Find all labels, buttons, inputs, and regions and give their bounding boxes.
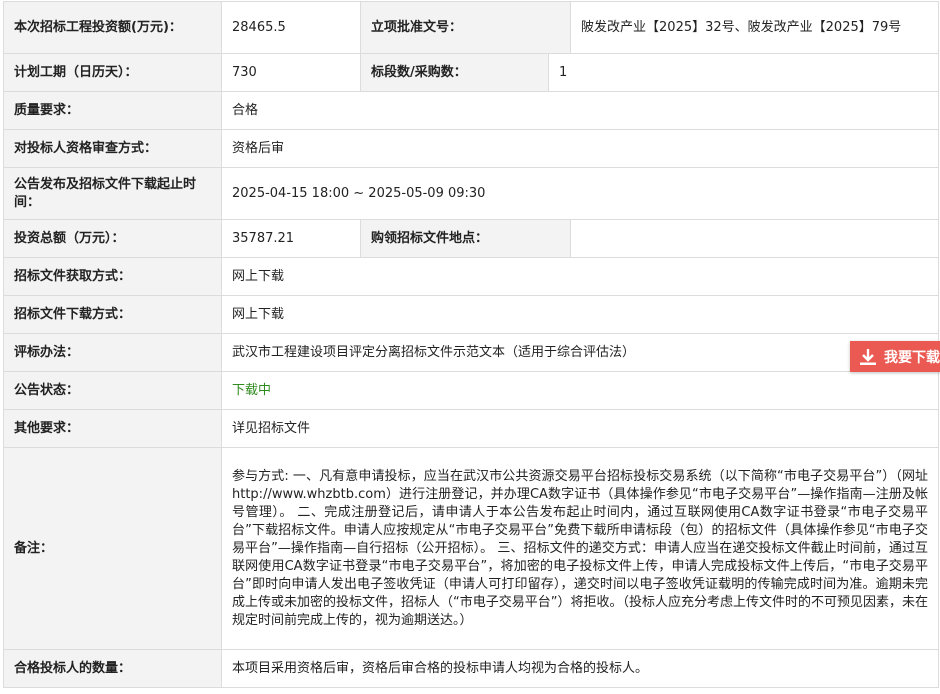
table-row: 质量要求： 合格 bbox=[3, 91, 940, 130]
table-row: 公告发布及招标文件下载起止时间： 2025-04-15 18:00 ~ 2025… bbox=[3, 167, 940, 220]
quality-label: 质量要求： bbox=[3, 91, 222, 130]
status-value: 下载中 bbox=[220, 371, 940, 410]
table-row: 合格投标人的数量： 本项目采用资格后审，资格后审合格的投标申请人均视为合格的投标… bbox=[3, 649, 940, 688]
qualified-count-value: 本项目采用资格后审，资格后审合格的投标申请人均视为合格的投标人。 bbox=[220, 649, 940, 688]
quality-value: 合格 bbox=[220, 91, 940, 130]
purchase-location-value bbox=[570, 219, 940, 258]
investment-value: 28465.5 bbox=[220, 1, 362, 54]
table-row: 本次招标工程投资额(万元)： 28465.5 立项批准文号： 陂发改产业【202… bbox=[3, 1, 940, 54]
approval-label: 立项批准文号： bbox=[360, 1, 572, 54]
table-row: 投资总额（万元）： 35787.21 购领招标文件地点： bbox=[3, 219, 940, 258]
other-value: 详见招标文件 bbox=[220, 409, 940, 448]
investment-label: 本次招标工程投资额(万元)： bbox=[3, 1, 222, 54]
qualification-review-label: 对投标人资格审查方式： bbox=[3, 129, 222, 168]
download-method-label: 招标文件下载方式： bbox=[3, 295, 222, 334]
qualified-count-label: 合格投标人的数量： bbox=[3, 649, 222, 688]
bid-announcement-page: 本次招标工程投资额(万元)： 28465.5 立项批准文号： 陂发改产业【202… bbox=[0, 0, 940, 694]
table-row: 招标文件获取方式： 网上下载 bbox=[3, 257, 940, 296]
table-row: 其他要求： 详见招标文件 bbox=[3, 409, 940, 448]
status-label: 公告状态： bbox=[3, 371, 222, 410]
table-row: 计划工期（日历天）： 730 标段数/采购数： 1 bbox=[3, 53, 940, 92]
purchase-location-label: 购领招标文件地点： bbox=[360, 219, 572, 258]
evaluation-label: 评标办法： bbox=[3, 333, 222, 372]
period-value: 730 bbox=[220, 53, 362, 92]
table-row: 对投标人资格审查方式： 资格后审 bbox=[3, 129, 940, 168]
other-label: 其他要求： bbox=[3, 409, 222, 448]
download-button-label: 我要下载 bbox=[884, 349, 940, 366]
remark-value: 参与方式: 一、凡有意申请投标，应当在武汉市公共资源交易平台招标投标交易系统（以… bbox=[220, 447, 940, 650]
table-row: 招标文件下载方式： 网上下载 bbox=[3, 295, 940, 334]
total-investment-label: 投资总额（万元）： bbox=[3, 219, 222, 258]
sections-label: 标段数/采购数： bbox=[360, 53, 550, 92]
obtain-method-label: 招标文件获取方式： bbox=[3, 257, 222, 296]
announce-time-value: 2025-04-15 18:00 ~ 2025-05-09 09:30 bbox=[220, 167, 940, 220]
download-method-value: 网上下载 bbox=[220, 295, 940, 334]
qualification-review-value: 资格后审 bbox=[220, 129, 940, 168]
period-label: 计划工期（日历天）： bbox=[3, 53, 222, 92]
bid-info-table: 本次招标工程投资额(万元)： 28465.5 立项批准文号： 陂发改产业【202… bbox=[3, 1, 940, 688]
table-row: 公告状态： 下载中 bbox=[3, 371, 940, 410]
table-row: 备注： 参与方式: 一、凡有意申请投标，应当在武汉市公共资源交易平台招标投标交易… bbox=[3, 447, 940, 650]
table-row: 评标办法： 武汉市工程建设项目评定分离招标文件示范文本（适用于综合评估法） bbox=[3, 333, 940, 372]
sections-value: 1 bbox=[548, 53, 940, 92]
remark-label: 备注： bbox=[3, 447, 222, 650]
total-investment-value: 35787.21 bbox=[220, 219, 362, 258]
download-icon bbox=[859, 348, 877, 366]
download-button[interactable]: 我要下载 bbox=[850, 341, 940, 372]
announce-time-label: 公告发布及招标文件下载起止时间： bbox=[3, 167, 222, 220]
evaluation-value: 武汉市工程建设项目评定分离招标文件示范文本（适用于综合评估法） bbox=[220, 333, 940, 372]
approval-value: 陂发改产业【2025】32号、陂发改产业【2025】79号 bbox=[570, 1, 940, 54]
obtain-method-value: 网上下载 bbox=[220, 257, 940, 296]
